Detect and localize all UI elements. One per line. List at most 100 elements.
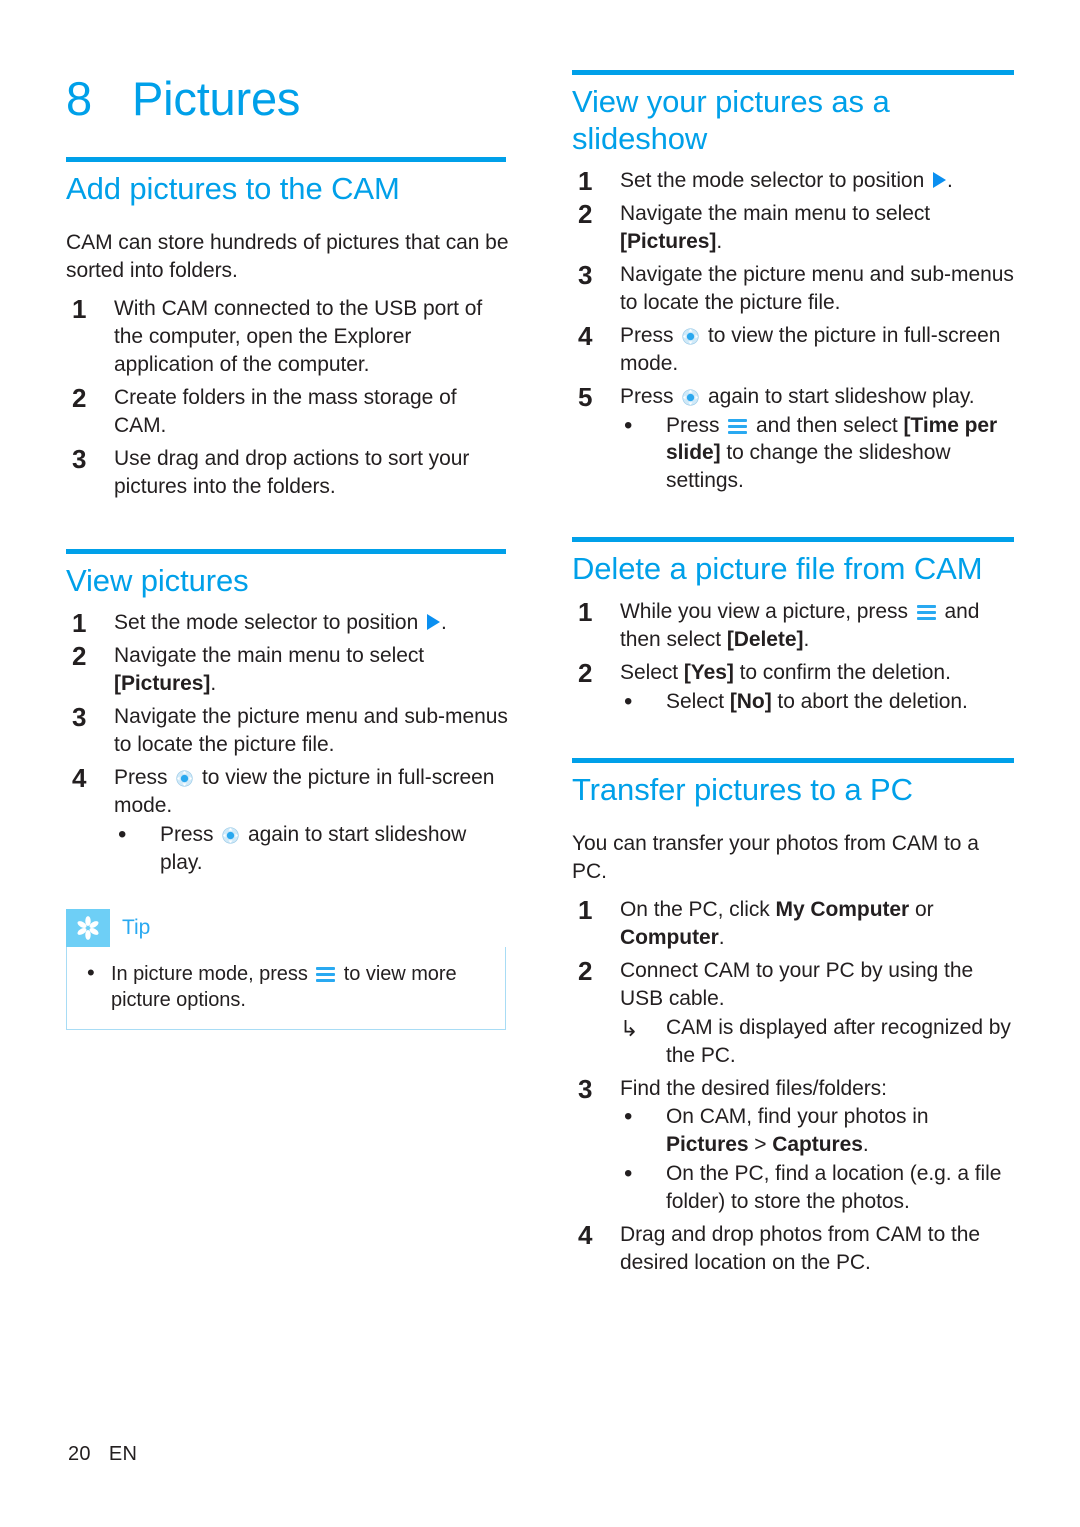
step-item: 2 Connect CAM to your PC by using the USB… xyxy=(572,955,1014,1070)
section-intro: You can transfer your photos from CAM to… xyxy=(572,832,979,884)
tip-label: Tip xyxy=(122,915,151,939)
emphasis-term: [Pictures] xyxy=(114,672,211,696)
step-item: 1 Set the mode selector to position . xyxy=(66,608,512,638)
sub-list-item: • Press and then select [Time per slide] … xyxy=(624,411,998,493)
emphasis-term: [Delete] xyxy=(726,627,804,651)
step-item: 2 Navigate the main menu to select [Pictu… xyxy=(66,641,512,698)
step-item: 2 Select [Yes] to confirm the deletion. • S… xyxy=(572,657,1014,716)
step-list: 1 Set the mode selector to position . 2 Nav… xyxy=(66,608,512,877)
sub-list-item: ↳ CAM is displayed after recognized by th… xyxy=(620,1015,1011,1067)
step-item: 3 Find the desired files/folders: • On CAM,… xyxy=(572,1073,1014,1217)
step-number: 3 xyxy=(578,1073,593,1104)
section-heading: View pictures xyxy=(66,562,249,598)
step-list: 1 While you view a picture, press and the… xyxy=(572,596,1014,716)
step-list: 1 Set the mode selector to position . 2 Nav… xyxy=(572,166,1014,496)
menu-hamburger-icon xyxy=(728,418,748,434)
step-text: Select [Yes] to confirm the deletion. xyxy=(620,660,951,684)
section-rule xyxy=(572,70,1014,75)
section-rule xyxy=(66,156,506,162)
menu-hamburger-icon xyxy=(316,966,336,982)
sub-list: • Press and then select [Time per slide] … xyxy=(620,412,1014,496)
step-number: 2 xyxy=(578,955,593,986)
step-number: 5 xyxy=(578,381,593,412)
navigation-pad-icon xyxy=(222,824,239,844)
chapter-title: 8 Pictures xyxy=(66,70,512,125)
footer-language: EN xyxy=(108,1443,138,1465)
section-rule xyxy=(572,757,1014,763)
step-item: 4 Press to view the picture in full-scree… xyxy=(66,763,512,877)
left-sections: Add pictures to the CAM CAM can store hun… xyxy=(66,156,512,1030)
step-number: 1 xyxy=(72,608,87,639)
step-item: 1 While you view a picture, press and the… xyxy=(572,596,1014,654)
step-text: Press again to start slideshow play. xyxy=(620,384,975,408)
step-number: 1 xyxy=(578,894,593,925)
step-text: Navigate the main menu to select [Pictur… xyxy=(114,644,425,696)
step-item: 4 Drag and drop photos from CAM to the de… xyxy=(572,1220,1014,1277)
section-intro: CAM can store hundreds of pictures that … xyxy=(66,231,509,283)
step-number: 2 xyxy=(72,641,87,672)
step-item: 1 With CAM connected to the USB port of t… xyxy=(66,294,512,379)
step-number: 3 xyxy=(578,259,593,290)
tip-box: Tip • In picture mode, press to view more … xyxy=(66,908,506,1030)
tip-list: • In picture mode, press to view more pic… xyxy=(79,959,493,1013)
step-text: Press to view the picture in full-screen… xyxy=(114,765,495,817)
step-text: Navigate the main menu to select [Pictur… xyxy=(620,202,931,253)
footer-page-number: 20 xyxy=(68,1443,91,1465)
sub-list: ↳ CAM is displayed after recognized by th… xyxy=(620,1014,1014,1070)
step-item: 3 Use drag and drop actions to sort your … xyxy=(66,443,512,501)
step-number: 2 xyxy=(578,199,593,230)
step-item: 2 Navigate the main menu to select [Pictu… xyxy=(572,199,1014,256)
step-item: 1 Set the mode selector to position . xyxy=(572,166,1014,196)
page-footer: 20 EN xyxy=(68,1443,137,1466)
asterisk-star-icon xyxy=(66,908,110,947)
navigation-pad-icon xyxy=(682,325,699,345)
step-item: 1 On the PC, click My Computer or Compute… xyxy=(572,894,1014,952)
sub-list-item: • On CAM, find your photos in Pictures > … xyxy=(624,1103,929,1157)
section-view-pictures: View pictures 1 Set the mode selector to p… xyxy=(66,548,512,1030)
step-text: While you view a picture, press and then… xyxy=(620,599,980,651)
right-column: View your pictures as a slideshow 1 Set th… xyxy=(572,70,1014,1277)
step-text: Connect CAM to your PC by using the USB … xyxy=(620,958,974,1010)
sub-list: • Press again to start slideshow play. xyxy=(114,821,512,877)
emphasis-term: [Time per slide] xyxy=(666,413,998,465)
bullet-icon: • xyxy=(624,1160,633,1188)
section-transfer-pictures: Transfer pictures to a PC You can transfe… xyxy=(572,757,1014,1277)
step-item: 4 Press to view the picture in full-scree… xyxy=(572,320,1014,378)
bullet-icon: • xyxy=(624,1103,633,1131)
step-text: Create folders in the mass storage of CA… xyxy=(114,385,457,437)
emphasis-term: My Computer xyxy=(775,897,910,921)
sub-list: • On CAM, find your photos in Pictures > … xyxy=(620,1103,1014,1216)
section-heading: Add pictures to the CAM xyxy=(66,170,400,206)
section-rule xyxy=(572,537,1014,543)
tip-list-item: • In picture mode, press to view more pic… xyxy=(87,959,457,1011)
step-text: Set the mode selector to position . xyxy=(620,169,953,193)
emphasis-term: Captures xyxy=(772,1133,863,1157)
step-text: On the PC, click My Computer or Computer… xyxy=(620,897,934,949)
step-number: 4 xyxy=(578,320,593,351)
right-sections: View your pictures as a slideshow 1 Set th… xyxy=(572,70,1014,1277)
step-number: 2 xyxy=(578,657,593,688)
section-heading: View your pictures as a slideshow xyxy=(572,84,890,156)
section-add-pictures: Add pictures to the CAM CAM can store hun… xyxy=(66,156,512,501)
step-text: Find the desired files/folders: xyxy=(620,1076,887,1100)
tip-body: • In picture mode, press to view more pic… xyxy=(66,946,506,1030)
left-column: 8 Pictures Add pictures to the CAM CAM ca… xyxy=(66,70,512,1030)
section-heading: Delete a picture file from CAM xyxy=(572,551,983,587)
result-arrow-icon: ↳ xyxy=(620,1015,639,1041)
emphasis-term: Computer xyxy=(620,925,719,949)
step-number: 2 xyxy=(72,382,87,413)
navigation-pad-icon xyxy=(176,767,193,787)
step-item: 2 Create folders in the mass storage of C… xyxy=(66,382,512,440)
step-text: Drag and drop photos from CAM to the des… xyxy=(620,1223,981,1275)
bullet-icon: • xyxy=(624,411,633,439)
step-item: 3 Navigate the picture menu and sub-menus… xyxy=(572,259,1014,317)
play-triangle-icon xyxy=(426,614,440,631)
emphasis-term: Pictures xyxy=(666,1133,749,1157)
step-number: 1 xyxy=(578,596,593,627)
step-number: 3 xyxy=(72,443,87,474)
tip-header: Tip xyxy=(66,908,506,947)
emphasis-term: [Pictures] xyxy=(620,230,717,253)
step-text: Navigate the picture menu and sub-menus … xyxy=(620,262,1014,314)
step-number: 1 xyxy=(578,166,593,197)
step-text: Use drag and drop actions to sort your p… xyxy=(114,446,470,498)
